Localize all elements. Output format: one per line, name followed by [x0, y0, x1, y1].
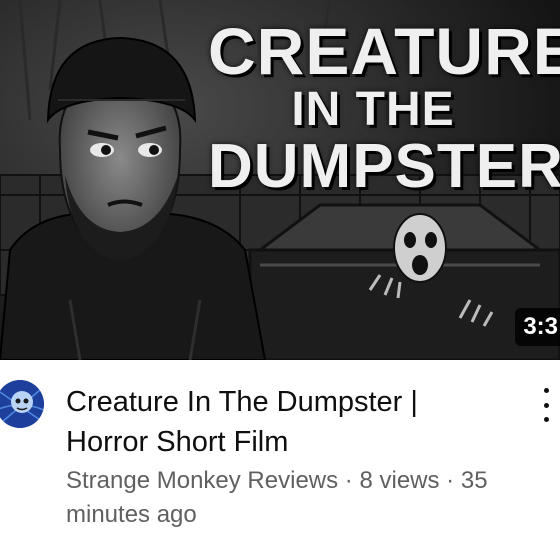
menu-dot	[543, 388, 549, 393]
thumbnail-title-line3: DUMPSTER	[208, 132, 560, 201]
meta-separator: ·	[446, 467, 455, 494]
meta-separator: ·	[344, 467, 353, 494]
video-thumbnail[interactable]: CREATURE IN THE DUMPSTER 3:3	[0, 0, 560, 360]
thumbnail-title-line2: IN THE	[291, 83, 455, 136]
menu-dot	[543, 417, 549, 422]
thumbnail-title-line1: CREATURE	[208, 14, 560, 88]
menu-dot	[543, 402, 549, 408]
video-metadata: Strange Monkey Reviews · 8 views · 35 mi…	[66, 464, 526, 532]
duration-badge: 3:3	[515, 308, 560, 346]
channel-avatar-image	[0, 380, 44, 428]
channel-name[interactable]: Strange Monkey Reviews	[66, 467, 338, 494]
view-count: 8 views	[359, 467, 440, 494]
thumbnail-title-text: CREATURE IN THE DUMPSTER	[208, 14, 560, 201]
more-vert-icon[interactable]	[534, 388, 558, 422]
video-info: Creature In The Dumpster | Horror Short …	[0, 360, 560, 560]
video-title[interactable]: Creature In The Dumpster | Horror Short …	[66, 382, 486, 462]
channel-avatar[interactable]	[0, 380, 44, 428]
